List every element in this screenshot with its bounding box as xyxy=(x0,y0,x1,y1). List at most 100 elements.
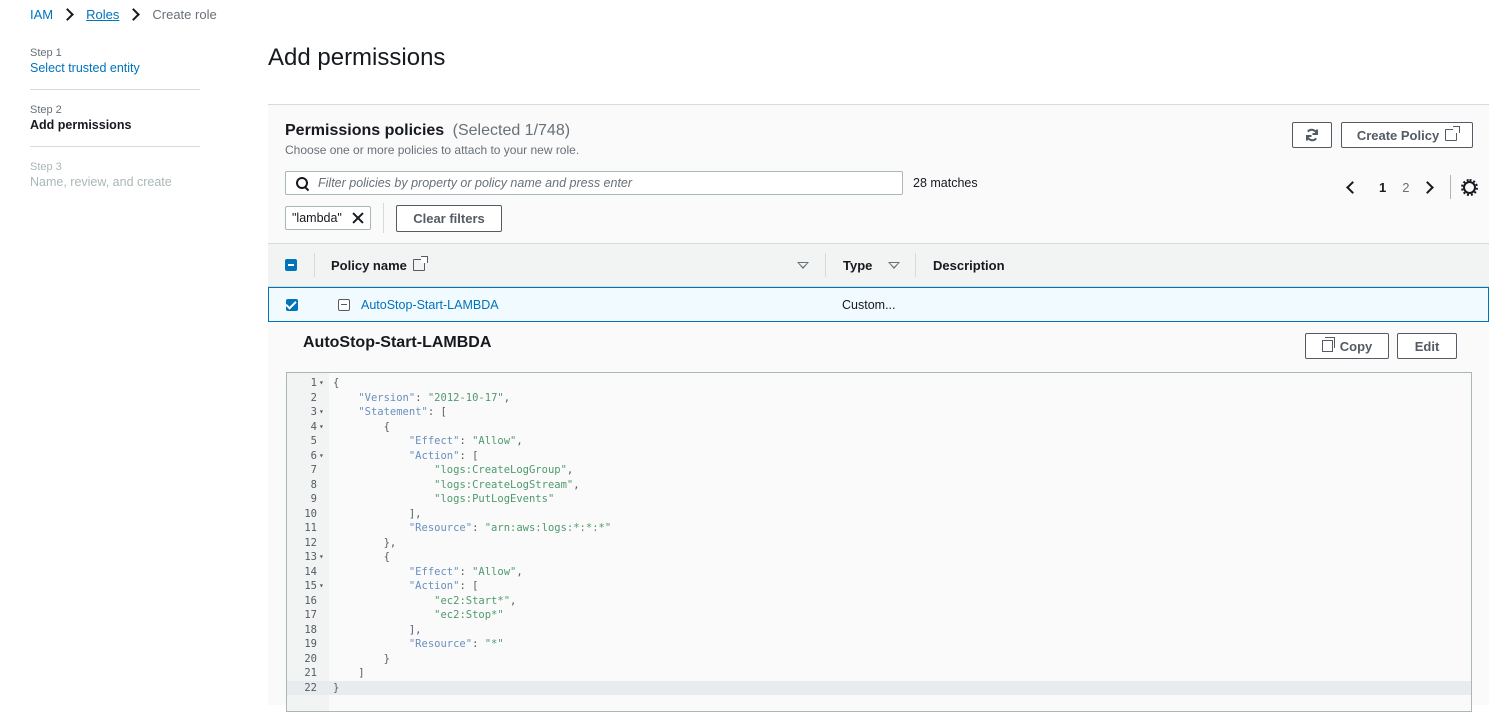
sort-type[interactable] xyxy=(888,244,900,286)
divider xyxy=(314,253,315,277)
step-1[interactable]: Step 1 Select trusted entity xyxy=(30,47,200,90)
code-line[interactable]: 9 "logs:PutLogEvents" xyxy=(287,492,1471,507)
code-text: { xyxy=(333,377,340,389)
line-number: 4 xyxy=(310,420,317,433)
column-label: Type xyxy=(843,257,873,273)
copy-icon xyxy=(1321,337,1335,352)
copy-button[interactable]: Copy xyxy=(1305,333,1389,359)
code-text: ], xyxy=(333,507,422,520)
line-number: 22 xyxy=(304,681,317,694)
fold-toggle-icon[interactable]: ▾ xyxy=(319,579,324,594)
policy-search[interactable] xyxy=(285,171,903,195)
code-line[interactable]: 2 "Version": "2012-10-17", xyxy=(287,391,1471,406)
code-line[interactable]: 15 ▾ "Action": [ xyxy=(287,579,1471,594)
fold-toggle-icon[interactable]: ▾ xyxy=(319,405,324,420)
policy-detail-title: AutoStop-Start-LAMBDA xyxy=(303,334,492,351)
close-icon[interactable] xyxy=(352,212,364,224)
table-header: Policy name Type Description xyxy=(268,243,1489,287)
create-policy-button[interactable]: Create Policy xyxy=(1341,122,1473,148)
code-line[interactable]: 7 "logs:CreateLogGroup", xyxy=(287,463,1471,478)
code-text: "logs:CreateLogStream", xyxy=(434,478,580,491)
fold-toggle-icon[interactable]: ▾ xyxy=(319,550,324,565)
policy-name-cell: AutoStop-Start-LAMBDA xyxy=(361,288,499,321)
line-number: 21 xyxy=(304,667,317,679)
policy-name-link[interactable]: AutoStop-Start-LAMBDA xyxy=(361,298,499,312)
policy-json-editor[interactable]: 1 ▾{2 "Version": "2012-10-17", 3 ▾ "Stateme… xyxy=(286,372,1472,712)
code-text: "logs:CreateLogGroup", xyxy=(434,464,574,476)
code-text: "Action": [ xyxy=(408,449,479,462)
code-line[interactable]: 19 "Resource": "*" xyxy=(287,637,1471,652)
code-line[interactable]: 14 "Effect": "Allow", xyxy=(287,565,1471,580)
breadcrumb-iam[interactable]: IAM xyxy=(30,7,53,22)
code-line[interactable]: 3 ▾ "Statement": [ xyxy=(287,405,1471,420)
code-line[interactable]: 22} xyxy=(287,680,1471,695)
sort-policy-name[interactable] xyxy=(797,244,809,286)
line-number: 13 xyxy=(304,551,317,563)
fold-toggle-icon[interactable]: ▾ xyxy=(319,449,324,464)
code-line[interactable]: 1 ▾ { xyxy=(287,376,1471,391)
code-line[interactable]: 12 }, xyxy=(287,536,1471,551)
filter-token-label: "lambda" xyxy=(292,211,342,225)
select-all-cell[interactable] xyxy=(285,244,297,286)
row-checkbox-cell[interactable] xyxy=(286,288,298,321)
sort-icon xyxy=(888,261,900,269)
refresh-button[interactable] xyxy=(1292,122,1332,148)
chevron-right-icon xyxy=(61,8,74,21)
code-text: } xyxy=(333,681,340,694)
code-line[interactable]: 20 } xyxy=(287,652,1471,667)
step-title[interactable]: Select trusted entity xyxy=(30,61,200,75)
code-line[interactable]: 6 ▾ "Action": [ xyxy=(287,449,1471,464)
code-line[interactable]: 18 ], xyxy=(287,623,1471,638)
panel-description: Choose one or more policies to attach to… xyxy=(285,143,580,157)
table-row[interactable]: AutoStop-Start-LAMBDA Custom... xyxy=(268,287,1489,322)
clear-filters-button[interactable]: Clear filters xyxy=(396,205,502,232)
code-text: { xyxy=(333,420,390,433)
line-number: 10 xyxy=(304,507,317,520)
code-line[interactable]: 17 "ec2:Stop*" xyxy=(287,608,1471,623)
code-text: "Version": "2012-10-17", xyxy=(358,391,511,404)
search-input[interactable] xyxy=(316,175,902,191)
step-3: Step 3 Name, review, and create xyxy=(30,161,200,203)
fold-toggle-icon[interactable]: ▾ xyxy=(319,376,324,391)
divider xyxy=(383,203,384,233)
code-line[interactable]: 16 "ec2:Start*", xyxy=(287,594,1471,609)
permissions-policies-panel: Permissions policies (Selected 1/748) Ch… xyxy=(268,104,1489,712)
line-number: 7 xyxy=(310,464,317,476)
checkbox-icon[interactable] xyxy=(285,259,297,271)
row-expander-cell[interactable] xyxy=(338,288,350,321)
code-text: } xyxy=(333,652,390,665)
code-text: "ec2:Start*", xyxy=(434,594,517,607)
step-number: Step 3 xyxy=(30,161,62,173)
column-label: Description xyxy=(933,257,1005,273)
column-description: Description xyxy=(933,244,1005,286)
refresh-icon xyxy=(1306,128,1318,142)
match-count: 28 matches xyxy=(913,176,978,190)
code-line[interactable]: 11 "Resource": "arn:aws:logs:*:*:*" xyxy=(287,521,1471,536)
column-policy-name[interactable]: Policy name xyxy=(331,244,428,286)
code-text: ], xyxy=(333,623,422,636)
divider xyxy=(915,253,916,277)
panel-header: Permissions policies (Selected 1/748) Ch… xyxy=(285,122,579,157)
chevron-right-icon[interactable] xyxy=(1421,180,1435,194)
chevron-left-icon[interactable] xyxy=(1346,180,1359,194)
code-line[interactable]: 4 ▾ { xyxy=(287,420,1471,435)
code-text: { xyxy=(333,551,390,563)
page-1[interactable]: 1 xyxy=(1379,180,1386,195)
page-2[interactable]: 2 xyxy=(1402,180,1409,195)
checkbox-icon[interactable] xyxy=(286,298,298,311)
code-text: ] xyxy=(333,667,365,679)
edit-button[interactable]: Edit xyxy=(1397,333,1457,359)
code-line[interactable]: 21 ] xyxy=(287,666,1471,681)
external-link-icon xyxy=(1445,126,1461,141)
code-text: "Statement": [ xyxy=(358,406,447,418)
breadcrumb-roles[interactable]: Roles xyxy=(86,7,119,22)
code-line[interactable]: 8 "logs:CreateLogStream", xyxy=(287,478,1471,493)
chevron-right-icon xyxy=(127,8,141,21)
code-line[interactable]: 13 ▾ { xyxy=(287,550,1471,565)
code-line[interactable]: 5 "Effect": "Allow", xyxy=(287,434,1471,449)
fold-toggle-icon[interactable]: ▾ xyxy=(319,420,324,435)
gear-icon[interactable] xyxy=(1461,178,1479,196)
column-type[interactable]: Type xyxy=(843,244,872,286)
code-line[interactable]: 10 ], xyxy=(287,507,1471,522)
collapse-icon[interactable] xyxy=(338,298,350,311)
